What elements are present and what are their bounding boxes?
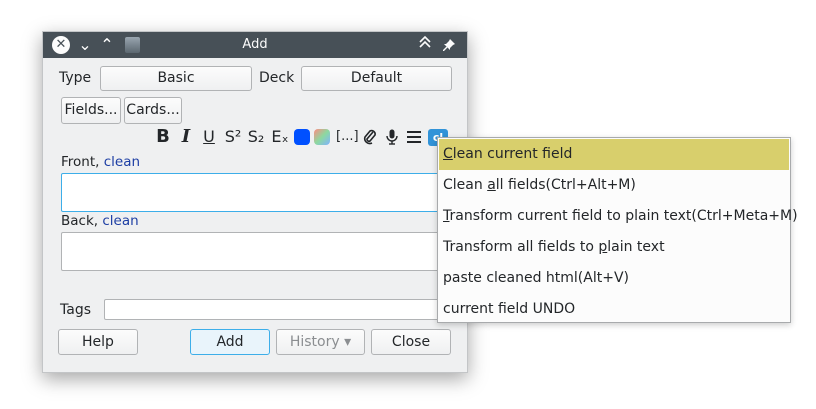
menu-item-text: Clean (443, 177, 488, 193)
highlight-color-button[interactable] (314, 129, 330, 145)
title-bar[interactable]: ✕ ⌄ ⌃ Add (43, 32, 467, 58)
front-clean-link[interactable]: clean (104, 154, 140, 170)
menu-item-text: paste cleaned html(Alt+V) (443, 270, 629, 286)
deck-label: Deck (259, 70, 295, 86)
menu-item-text: ll fields(Ctrl+Alt+M) (495, 177, 636, 193)
add-button[interactable]: Add (190, 329, 270, 355)
deck-button[interactable]: Default (301, 66, 452, 91)
cloze-button[interactable]: [...] (336, 126, 359, 148)
type-label: Type (59, 70, 92, 86)
front-field-label: Front, clean (61, 154, 140, 170)
window-title: Add (242, 37, 268, 52)
note-type-button[interactable]: Basic (100, 66, 252, 91)
menu-item-transform-all-fields[interactable]: Transform all fields to plain text (439, 232, 789, 263)
subscript-button[interactable]: S₂ (246, 126, 266, 148)
keep-above-icon[interactable] (417, 32, 433, 58)
menu-item-clean-all-fields[interactable]: Clean all fields(Ctrl+Alt+M) (439, 170, 789, 201)
menu-item-mnemonic: C (443, 146, 453, 162)
menu-item-mnemonic: p (598, 239, 608, 255)
tags-input[interactable] (104, 299, 452, 320)
help-button[interactable]: Help (58, 329, 138, 355)
italic-button[interactable]: I (179, 126, 193, 148)
back-field-editor[interactable] (61, 232, 452, 271)
menu-item-text: lean current field (452, 146, 573, 162)
clear-format-button[interactable]: Eₓ (270, 126, 290, 148)
menu-item-transform-current-field[interactable]: Transform current field to plain text(Ct… (439, 201, 798, 232)
cards-button[interactable]: Cards... (124, 97, 182, 124)
underline-button[interactable]: U (201, 126, 217, 148)
menu-item-text: ransform current field to plain text(Ctr… (449, 208, 798, 224)
microphone-icon[interactable] (383, 126, 401, 148)
history-button[interactable]: History ▾ (276, 329, 365, 355)
tags-label: Tags (60, 302, 91, 318)
pin-icon[interactable] (441, 32, 457, 58)
front-field-editor[interactable] (61, 173, 452, 212)
close-button[interactable]: Close (371, 329, 451, 355)
fields-button[interactable]: Fields... (61, 97, 121, 124)
superscript-button[interactable]: S² (223, 126, 243, 148)
paperclip-icon[interactable] (361, 126, 379, 148)
cleaner-context-menu: Clean current field Clean all fields(Ctrl… (437, 137, 798, 325)
bold-button[interactable]: B (155, 126, 171, 148)
more-menu-icon[interactable] (405, 126, 423, 148)
menu-item-text: current field UNDO (443, 301, 576, 317)
menu-item-clean-current-field[interactable]: Clean current field (439, 139, 789, 170)
menu-item-text: lain text (607, 239, 665, 255)
menu-item-paste-cleaned-html[interactable]: paste cleaned html(Alt+V) (439, 263, 789, 294)
menu-item-text: Transform all fields to (443, 239, 599, 255)
text-color-button[interactable] (294, 129, 310, 145)
add-dialog: ✕ ⌄ ⌃ Add Type Basic Deck Default Fields… (42, 31, 468, 373)
front-field-sep: , (95, 154, 104, 170)
front-field-name: Front (61, 154, 96, 170)
back-field-label: Back, clean (61, 213, 139, 229)
back-clean-link[interactable]: clean (102, 213, 138, 229)
menu-item-current-field-undo[interactable]: current field UNDO (439, 294, 789, 325)
back-field-name: Back (61, 213, 94, 229)
menu-item-mnemonic: a (487, 177, 496, 193)
